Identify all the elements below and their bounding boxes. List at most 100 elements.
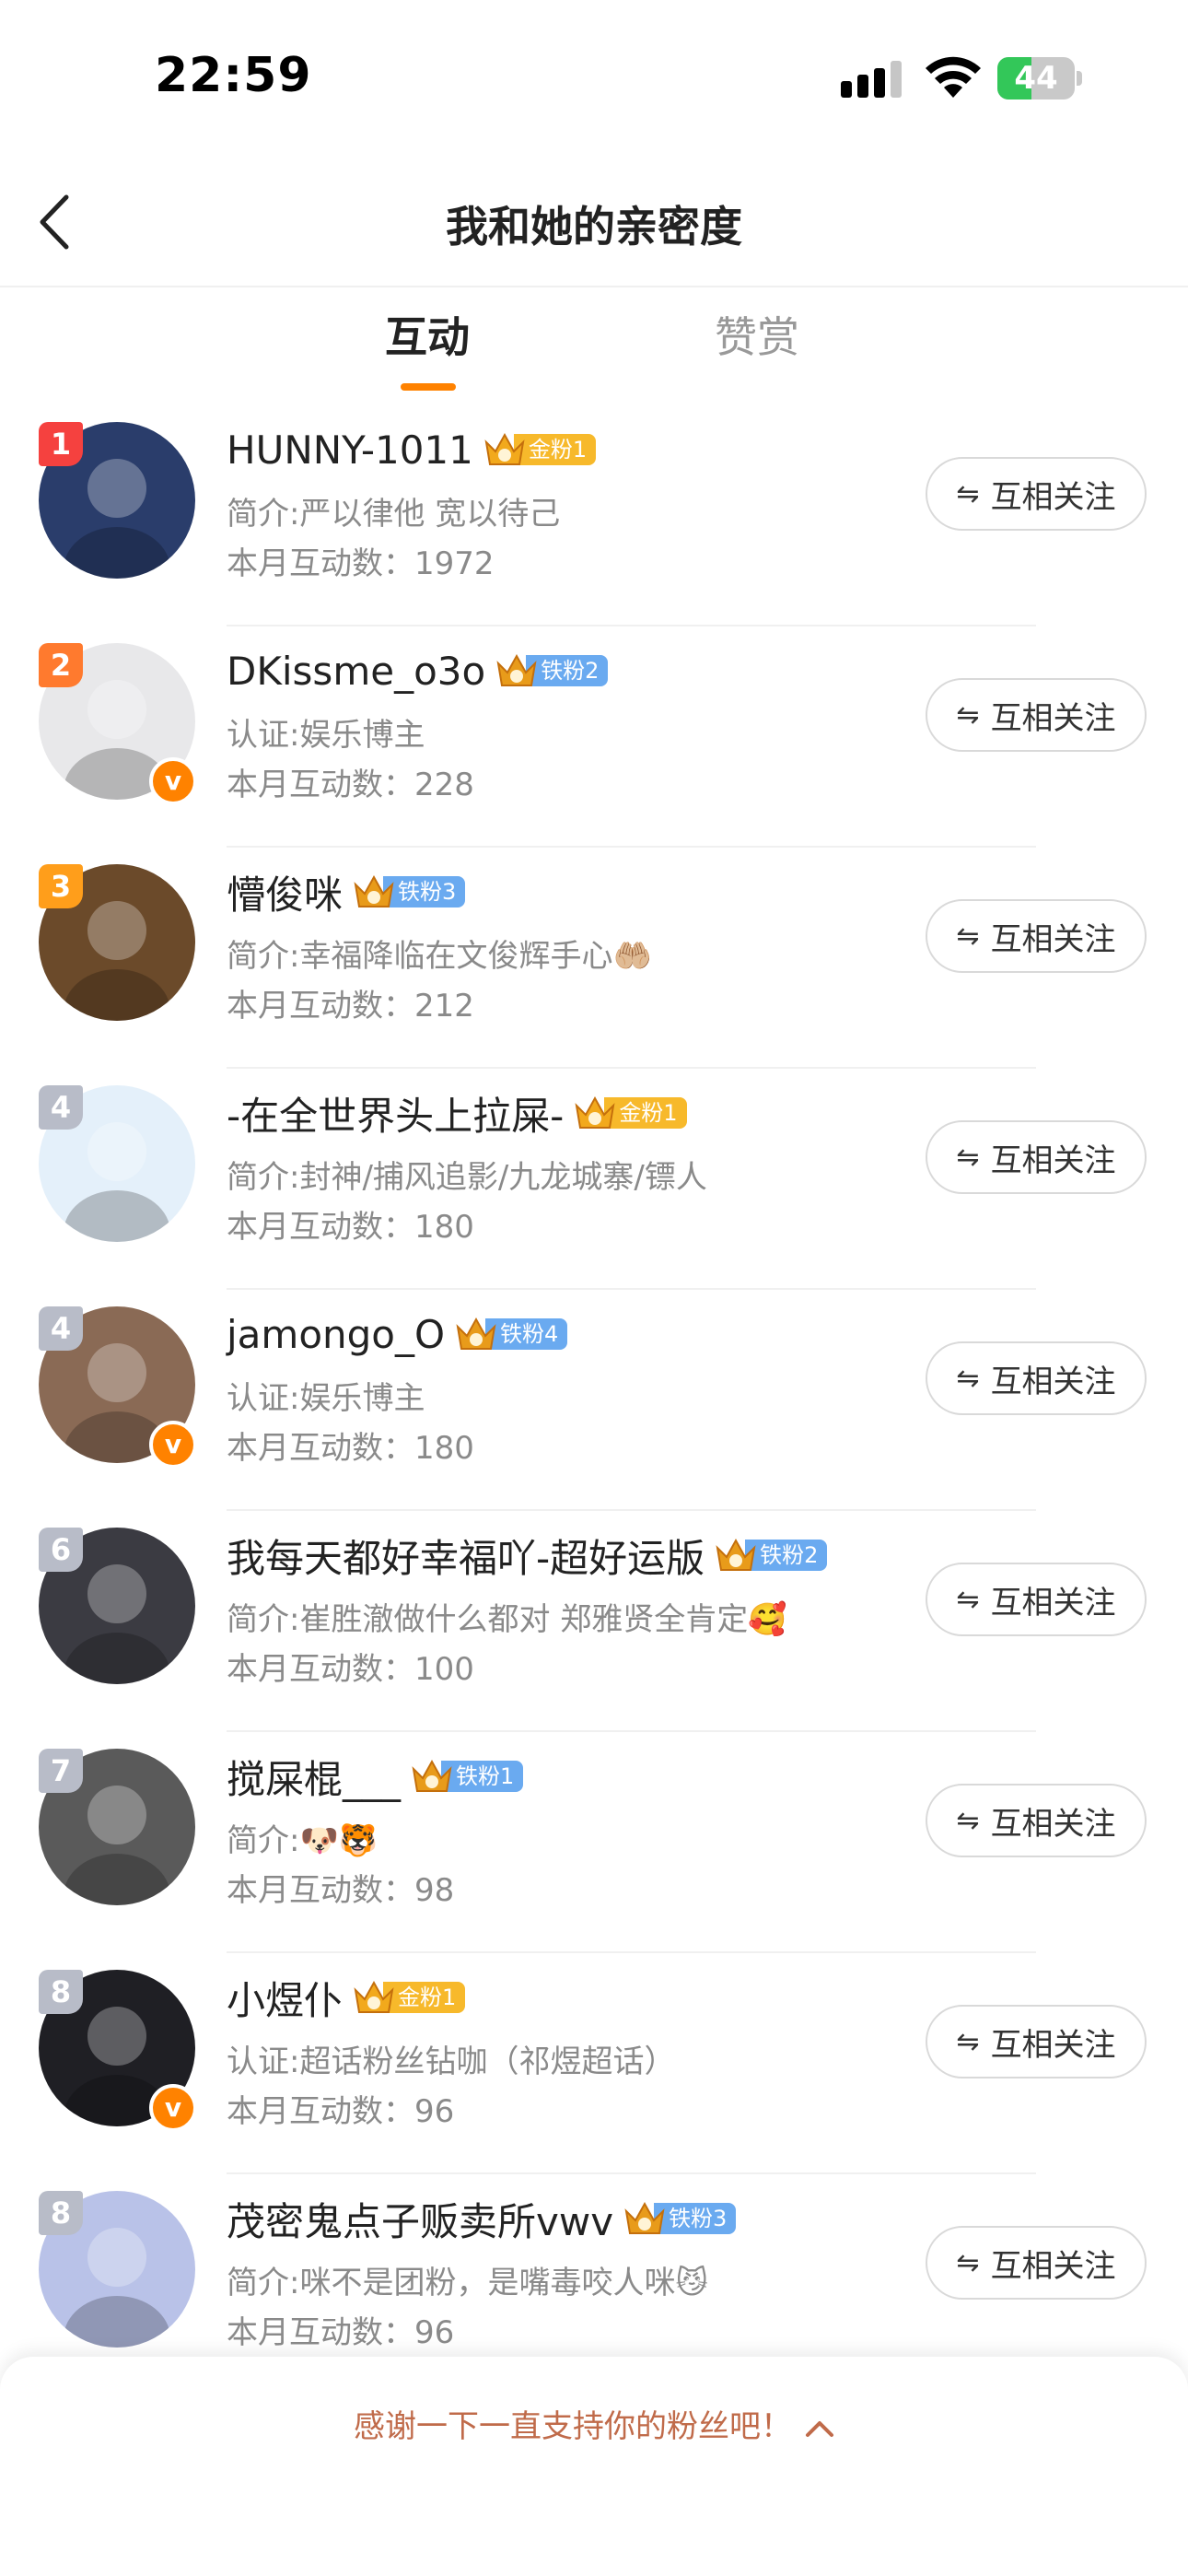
fan-badge: 铁粉2 — [495, 652, 609, 689]
crown-icon — [354, 874, 394, 907]
mutual-follow-button[interactable]: ⇋ 互相关注 — [926, 678, 1147, 752]
verified-badge-icon: v — [149, 1421, 197, 1469]
rank-badge: 6 — [39, 1528, 83, 1572]
fan-badge: 金粉1 — [352, 1979, 466, 2016]
user-bio: 简介:严以律他 宽以待己 — [227, 496, 561, 533]
list-item[interactable]: 7 搅屎棍___ 铁粉1 简介:🐶🐯 本月互动数：98 ⇋ 互相关注 — [0, 1732, 1188, 1953]
mutual-arrows-icon: ⇋ — [956, 2025, 980, 2058]
rank-badge: 4 — [39, 1085, 83, 1130]
list-item[interactable]: 6 我每天都好幸福吖-超好运版 铁粉2 简介:崔胜澈做什么都对 郑雅贤全肯定🥰 … — [0, 1511, 1188, 1732]
crown-icon — [575, 1095, 615, 1129]
tab-reward[interactable]: 赞赏 — [715, 304, 799, 365]
list-item[interactable]: 1 HUNNY-1011 金粉1 简介:严以律他 宽以待己 本月互动数：1972… — [0, 405, 1188, 626]
interaction-count: 本月互动数：1972 — [227, 545, 495, 582]
name-line: jamongo_O 铁粉4 — [227, 1306, 568, 1362]
mutual-follow-button[interactable]: ⇋ 互相关注 — [926, 457, 1147, 531]
name-line: -在全世界头上拉屎- 金粉1 — [227, 1085, 687, 1141]
user-name[interactable]: 懵俊咪 — [227, 864, 343, 920]
avatar-container[interactable]: 3 — [39, 864, 195, 1021]
status-bar: 22:59 44 — [0, 0, 1188, 157]
mutual-follow-button[interactable]: ⇋ 互相关注 — [926, 2226, 1147, 2300]
name-line: 小煜仆 金粉1 — [227, 1970, 466, 2026]
mutual-follow-button[interactable]: ⇋ 互相关注 — [926, 1563, 1147, 1636]
chevron-up-icon — [806, 2420, 833, 2437]
avatar-container[interactable]: 8 v — [39, 1970, 197, 2132]
interaction-count: 本月互动数：100 — [227, 1651, 474, 1688]
mutual-follow-button[interactable]: ⇋ 互相关注 — [926, 1120, 1147, 1194]
rank-badge: 8 — [39, 2191, 83, 2235]
status-time: 22:59 — [155, 48, 312, 103]
avatar-container[interactable]: 8 — [39, 2191, 195, 2348]
cellular-signal-icon — [841, 61, 902, 98]
follow-label: 互相关注 — [990, 920, 1116, 958]
interaction-count: 本月互动数：180 — [227, 1209, 474, 1246]
crown-icon — [716, 1538, 756, 1571]
interaction-count: 本月互动数：98 — [227, 1872, 455, 1909]
rank-badge: 7 — [39, 1749, 83, 1793]
verified-badge-icon: v — [149, 2084, 197, 2132]
follow-label: 互相关注 — [990, 478, 1116, 516]
mutual-arrows-icon: ⇋ — [956, 1804, 980, 1837]
name-line: 搅屎棍___ 铁粉1 — [227, 1749, 524, 1805]
user-name[interactable]: HUNNY-1011 — [227, 427, 473, 473]
fan-badge: 铁粉3 — [352, 873, 466, 910]
fan-badge: 金粉1 — [573, 1095, 687, 1131]
user-name[interactable]: -在全世界头上拉屎- — [227, 1085, 564, 1142]
crown-icon — [354, 1980, 394, 2013]
user-name[interactable]: 小煜仆 — [227, 1970, 343, 2026]
mutual-arrows-icon: ⇋ — [956, 698, 980, 732]
tab-interaction[interactable]: 互动 — [385, 304, 470, 365]
interaction-count: 本月互动数：96 — [227, 2093, 455, 2130]
rank-badge: 8 — [39, 1970, 83, 2014]
mutual-follow-button[interactable]: ⇋ 互相关注 — [926, 1784, 1147, 1857]
mutual-arrows-icon: ⇋ — [956, 2246, 980, 2279]
avatar-container[interactable]: 7 — [39, 1749, 195, 1905]
name-line: 我每天都好幸福吖-超好运版 铁粉2 — [227, 1528, 828, 1584]
follow-label: 互相关注 — [990, 699, 1116, 737]
user-name[interactable]: 我每天都好幸福吖-超好运版 — [227, 1528, 705, 1584]
crown-icon — [456, 1317, 496, 1350]
user-name[interactable]: 搅屎棍___ — [227, 1749, 401, 1805]
avatar-container[interactable]: 6 — [39, 1528, 195, 1684]
name-line: 茂密鬼点子贩卖所vwv 铁粉3 — [227, 2191, 737, 2247]
interaction-count: 本月互动数：212 — [227, 988, 474, 1025]
crown-icon — [412, 1759, 452, 1792]
user-name[interactable]: DKissme_o3o — [227, 649, 485, 694]
list-item[interactable]: 8 v 小煜仆 金粉1 认证:超话粉丝钻咖（祁煜超话） 本月互动数：96 ⇋ 互… — [0, 1953, 1188, 2174]
avatar-container[interactable]: 4 v — [39, 1306, 197, 1469]
mutual-arrows-icon: ⇋ — [956, 1141, 980, 1174]
follow-label: 互相关注 — [990, 2026, 1116, 2064]
mutual-follow-button[interactable]: ⇋ 互相关注 — [926, 1341, 1147, 1415]
user-bio: 简介:咪不是团粉，是嘴毒咬人咪😼 — [227, 2265, 708, 2301]
user-bio: 认证:超话粉丝钻咖（祁煜超话） — [227, 2043, 676, 2080]
name-line: DKissme_o3o 铁粉2 — [227, 643, 609, 698]
mutual-follow-button[interactable]: ⇋ 互相关注 — [926, 899, 1147, 973]
crown-icon — [624, 2201, 665, 2234]
crown-icon — [496, 653, 537, 686]
avatar-container[interactable]: 4 — [39, 1085, 195, 1242]
user-name[interactable]: jamongo_O — [227, 1312, 445, 1357]
mutual-arrows-icon: ⇋ — [956, 919, 980, 953]
user-bio: 简介:幸福降临在文俊辉手心🤲🏼 — [227, 938, 652, 975]
mutual-arrows-icon: ⇋ — [956, 477, 980, 510]
fan-badge: 铁粉1 — [410, 1758, 524, 1795]
wifi-icon — [926, 56, 981, 98]
list-item[interactable]: 2 v DKissme_o3o 铁粉2 认证:娱乐博主 本月互动数：228 ⇋ … — [0, 626, 1188, 848]
list-item[interactable]: 3 懵俊咪 铁粉3 简介:幸福降临在文俊辉手心🤲🏼 本月互动数：212 ⇋ 互相… — [0, 848, 1188, 1069]
user-bio: 认证:娱乐博主 — [227, 1380, 425, 1417]
fan-list: 1 HUNNY-1011 金粉1 简介:严以律他 宽以待己 本月互动数：1972… — [0, 405, 1188, 2395]
fan-badge: 铁粉4 — [454, 1316, 568, 1352]
list-item[interactable]: 4 v jamongo_O 铁粉4 认证:娱乐博主 本月互动数：180 ⇋ 互相… — [0, 1290, 1188, 1511]
thanks-prompt[interactable]: 感谢一下一直支持你的粉丝吧！ — [0, 2401, 1188, 2446]
battery-icon: 44 — [997, 57, 1082, 100]
interaction-count: 本月互动数：96 — [227, 2314, 455, 2351]
crown-icon — [484, 432, 525, 465]
avatar-container[interactable]: 2 v — [39, 643, 197, 805]
active-tab-indicator — [401, 383, 456, 391]
battery-level: 44 — [1014, 60, 1058, 97]
user-name[interactable]: 茂密鬼点子贩卖所vwv — [227, 2191, 613, 2247]
list-item[interactable]: 4 -在全世界头上拉屎- 金粉1 简介:封神/捕风追影/九龙城寨/镖人 本月互动… — [0, 1069, 1188, 1290]
bottom-sheet[interactable]: 感谢一下一直支持你的粉丝吧！ — [0, 2357, 1188, 2576]
mutual-follow-button[interactable]: ⇋ 互相关注 — [926, 2005, 1147, 2078]
avatar-container[interactable]: 1 — [39, 422, 195, 579]
